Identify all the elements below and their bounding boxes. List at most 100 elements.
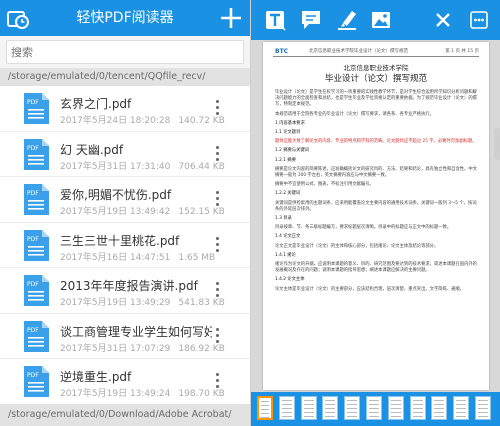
- next-folder-path[interactable]: /storage/emulated/0/Download/Adobe Acrob…: [0, 404, 250, 426]
- more-options-icon[interactable]: [214, 373, 220, 391]
- svg-text:PDF: PDF: [27, 281, 39, 288]
- section-heading: 1.2.1 摘要: [275, 157, 296, 163]
- section-heading: 1 内容基本要求: [275, 120, 305, 126]
- pdf-reader-panel: BTC 北京信息职业技术学院毕业设计（论文）撰写规范 第 1 页 共 15 页 …: [250, 0, 500, 426]
- comment-icon[interactable]: [299, 8, 323, 32]
- svg-text:PDF: PDF: [27, 372, 39, 379]
- paragraph: 摘要是论文内容的简要陈述，应准确概括论文的研究目的、方法、结果和结论，具有独立性…: [275, 166, 477, 179]
- school-name: 北京信息职业技术学院: [343, 64, 409, 72]
- page-thumbnail[interactable]: [300, 396, 317, 420]
- plus-icon[interactable]: [218, 5, 244, 31]
- svg-text:PDF: PDF: [27, 236, 39, 243]
- highlighter-icon[interactable]: [335, 8, 359, 32]
- app-header: 轻快PDF阅读器: [0, 0, 250, 36]
- paragraph: 目录按章、节、条三级标题编写，要求标题层次清晰。目录中的标题应与正文中的标题一致…: [275, 225, 452, 231]
- file-meta: 2017年5月31日 17:31:40 706.44 KB: [60, 159, 225, 172]
- pdf-file-icon: PDF: [24, 366, 49, 397]
- close-icon[interactable]: [431, 8, 455, 32]
- file-row[interactable]: PDF 2013年年度报告演讲.pdf 2017年5月19日 13:49:29 541…: [0, 268, 250, 314]
- file-row[interactable]: PDF 玄界之门.pdf 2017年5月24日 18:20:28 140.72 KB: [0, 86, 250, 132]
- file-name: 三生三世十里桃花.pdf: [60, 233, 180, 248]
- pdf-file-icon: PDF: [24, 320, 49, 352]
- pdf-file-icon: PDF: [24, 138, 49, 170]
- file-date: 2017年5月16日 14:47:51: [60, 252, 171, 263]
- section-heading: 1.4.2 论文主体: [275, 277, 305, 283]
- text-tool-icon[interactable]: [263, 8, 287, 32]
- page-thumbnail[interactable]: [278, 396, 295, 420]
- file-meta: 2017年5月19日 13:49:24 198.70 KB: [60, 386, 225, 399]
- file-name: 爱你,明媚不忧伤.pdf: [60, 188, 172, 202]
- file-size: 1.65 MB: [178, 252, 216, 263]
- file-manager-panel: 轻快PDF阅读器 /storage/emulated/0/tencent/QQf…: [0, 0, 250, 426]
- file-row[interactable]: PDF 幻 天幽.pdf 2017年5月31日 17:31:40 706.44 KB: [0, 131, 250, 177]
- file-row[interactable]: PDF 爱你,明媚不忧伤.pdf 2017年5月19日 13:49:42 152.15…: [0, 177, 250, 223]
- section-heading: 1.2.2 关键词: [275, 191, 301, 197]
- current-path: /storage/emulated/0/tencent/QQfile_recv/: [0, 68, 250, 86]
- file-name: 谈工商管理专业学生如何写好...: [60, 324, 212, 339]
- svg-text:PDF: PDF: [27, 190, 39, 197]
- more-icon[interactable]: [467, 8, 491, 32]
- paragraph: 毕业设计（论文）是学生在校学习的一项重要的实践性教学环节，是对学生综合运用所学知…: [275, 90, 477, 108]
- page-number: 第 1 页 共 15 页: [445, 49, 479, 54]
- more-options-icon[interactable]: [214, 145, 220, 164]
- page-thumbnail-strip: [251, 392, 500, 426]
- page-thumbnail[interactable]: [387, 396, 404, 420]
- image-icon[interactable]: [369, 8, 393, 32]
- section-heading: 1.1 论文题目: [275, 130, 301, 136]
- app-title: 轻快PDF阅读器: [76, 10, 174, 26]
- paragraph: 论文正文是毕业设计（论文）的主体和核心部分，包括绪论、论文主体及结论等部分。: [275, 243, 439, 249]
- file-date: 2017年5月31日 17:31:40: [60, 161, 171, 172]
- more-options-icon[interactable]: [214, 282, 220, 300]
- svg-text:PDF: PDF: [27, 99, 39, 106]
- file-row[interactable]: PDF 谈工商管理专业学生如何写好... 2017年5月31日 17:07:29 18…: [0, 313, 250, 359]
- paragraph: 本规范适用于全院各专业的毕业设计（论文）撰写要求，请各系、各专业严格执行。: [275, 111, 434, 117]
- side-drawer-handle[interactable]: [494, 128, 500, 160]
- file-meta: 2017年5月31日 17:07:29 186.92 KB: [60, 341, 225, 354]
- pdf-file-icon: PDF: [24, 93, 49, 124]
- paragraph: 关键词是供检索用的主题词条，应采用能覆盖论文主要内容的通用技术词条。关键词一般列…: [275, 200, 477, 212]
- page-thumbnail[interactable]: [409, 396, 426, 420]
- file-date: 2017年5月19日 13:49:24: [60, 389, 171, 399]
- pdf-file-icon: PDF: [24, 275, 49, 306]
- file-name: 2013年年度报告演讲.pdf: [60, 279, 198, 293]
- section-heading: 1.2 摘要与关键词: [275, 148, 309, 154]
- more-options-icon[interactable]: [214, 327, 220, 346]
- svg-text:PDF: PDF: [27, 327, 39, 334]
- file-date: 2017年5月19日 13:49:42: [60, 207, 171, 217]
- more-options-icon[interactable]: [214, 100, 220, 118]
- page-thumbnail[interactable]: [344, 396, 361, 420]
- file-row[interactable]: PDF 逆境重生.pdf 2017年5月19日 13:49:24 198.70 KB: [0, 359, 250, 405]
- file-meta: 2017年5月19日 13:49:29 541.83 KB: [60, 295, 225, 308]
- file-meta: 2017年5月16日 14:47:51 1.65 MB: [60, 250, 215, 263]
- file-date: 2017年5月24日 18:20:28: [60, 116, 171, 126]
- page-thumbnail[interactable]: [431, 396, 448, 420]
- document-title: 毕业设计（论文）撰写规范: [324, 74, 427, 84]
- school-logo: BTC: [275, 48, 289, 55]
- page-thumbnail[interactable]: [366, 396, 382, 420]
- page-thumbnail[interactable]: [475, 396, 491, 420]
- paragraph: 题目应能大致了解论文的内容、专业的特点和学科的范畴。论文题目应不超过 25 字，…: [275, 139, 477, 145]
- section-heading: 1.4 论文正文: [275, 234, 301, 240]
- file-name: 逆境重生.pdf: [60, 370, 132, 384]
- section-heading: 1.3 目录: [275, 216, 292, 222]
- more-options-icon[interactable]: [214, 236, 220, 255]
- file-meta: 2017年5月24日 18:20:28 140.72 KB: [60, 113, 225, 126]
- pdf-page[interactable]: BTC 北京信息职业技术学院毕业设计（论文）撰写规范 第 1 页 共 15 页 …: [263, 42, 489, 390]
- search-input[interactable]: [6, 40, 244, 64]
- file-list: PDF 玄界之门.pdf 2017年5月24日 18:20:28 140.72 KB P…: [0, 86, 250, 405]
- header-divider: [273, 56, 479, 57]
- page-thumbnail[interactable]: [257, 396, 273, 420]
- page-thumbnail[interactable]: [453, 396, 470, 420]
- file-date: 2017年5月19日 13:49:29: [60, 298, 171, 308]
- pdf-file-icon: PDF: [24, 184, 49, 215]
- svg-text:PDF: PDF: [27, 145, 39, 152]
- paragraph: 绪论作为论文的开端，应说明本课题的意义、目的、研究范围及要达到的技术要求；简述本…: [275, 262, 477, 274]
- app-screenshot: 轻快PDF阅读器 /storage/emulated/0/tencent/QQf…: [0, 0, 500, 426]
- page-thumbnail[interactable]: [322, 396, 339, 420]
- file-row[interactable]: PDF 三生三世十里桃花.pdf 2017年5月16日 14:47:51 1.65 M…: [0, 222, 250, 268]
- file-name: 幻 天幽.pdf: [60, 142, 124, 157]
- file-meta: 2017年5月19日 13:49:42 152.15 KB: [60, 204, 225, 217]
- page-header-text: 北京信息职业技术学院毕业设计（论文）撰写规范: [309, 49, 408, 54]
- more-options-icon[interactable]: [214, 191, 220, 209]
- pdf-file-icon: PDF: [24, 229, 49, 261]
